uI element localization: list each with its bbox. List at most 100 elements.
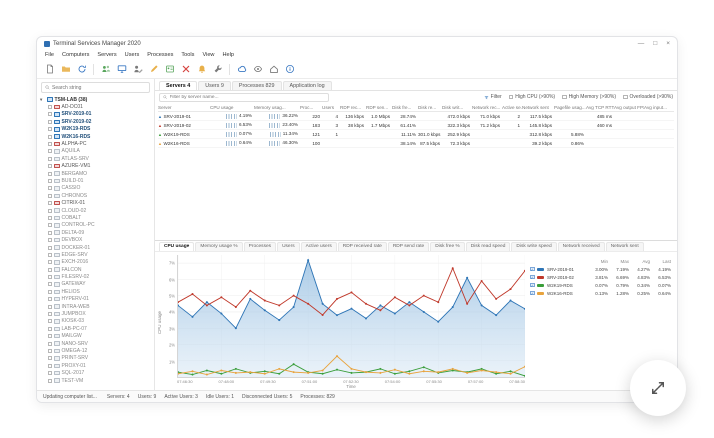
tab-application-log[interactable]: Application log	[282, 80, 332, 90]
tree-item-nano-srv[interactable]: NANO-SRV	[40, 340, 151, 347]
tree-item-ad-dc01[interactable]: AD-DC01	[40, 103, 151, 110]
tree-item-sql-2017[interactable]: SQL-2017	[40, 369, 151, 376]
tab-processes-829[interactable]: Processes 829	[231, 80, 282, 90]
column-header[interactable]: Memory usag...	[254, 105, 300, 110]
caret-down-icon[interactable]: ▾	[40, 97, 45, 103]
chart-tab-rdp-send-rate[interactable]: RDP send rate	[387, 242, 430, 251]
tree-item-checkbox[interactable]	[48, 341, 52, 346]
high-cpu-filter[interactable]: High CPU (>90%)	[508, 94, 555, 100]
tree-item-checkbox[interactable]	[48, 260, 52, 265]
tree-item-checkbox[interactable]	[48, 127, 52, 132]
maximize-button[interactable]: □	[653, 40, 657, 47]
tree-item-srv-2019-01[interactable]: SRV-2019-01	[40, 111, 151, 118]
column-header[interactable]: Users	[322, 105, 340, 110]
column-header[interactable]: Disk fre...	[392, 105, 418, 110]
filter-toggle[interactable]: Filter	[484, 94, 502, 100]
tree-item-intra-web[interactable]: INTRA-WEB	[40, 303, 151, 310]
column-header[interactable]: Avg output FPS	[614, 105, 644, 110]
tree-item-w2k19-rds[interactable]: W2K19-RDS	[40, 126, 151, 133]
server-row-w2k16-rds[interactable]: ▲ W2K16-RDS 0.64% 46.30% 100 38.14% 87.5 kbps 7…	[158, 139, 674, 148]
high-memory-checkbox[interactable]	[562, 94, 567, 100]
chart-tab-cpu-usage[interactable]: CPU usage	[159, 242, 195, 251]
tree-item-edge-srv[interactable]: EDGE-SRV	[40, 251, 151, 258]
tree-item-atlas-srv[interactable]: ATLAS-SRV	[40, 155, 151, 162]
tree-root[interactable]: ▾ TSM-LAB (38)	[40, 96, 151, 103]
tree-item-azure-vm1[interactable]: AZURE-VM1	[40, 163, 151, 170]
chart-tab-active-users[interactable]: Active users	[300, 242, 337, 251]
tree-item-checkbox[interactable]	[48, 326, 52, 331]
tree-item-checkbox[interactable]	[48, 238, 52, 243]
tree-item-filesrv-02[interactable]: FILESRV-02	[40, 273, 151, 280]
chart-tab-processes[interactable]: Processes	[243, 242, 277, 251]
users-icon[interactable]	[99, 63, 112, 76]
tree-item-checkbox[interactable]	[48, 378, 52, 383]
tree-item-hyperv-01[interactable]: HYPERV-01	[40, 296, 151, 303]
wrench-icon[interactable]	[211, 63, 224, 76]
close-button[interactable]: ×	[666, 40, 670, 47]
tab-servers-4[interactable]: Servers 4	[159, 80, 198, 90]
tree-item-omega-12[interactable]: OMEGA-12	[40, 347, 151, 354]
tree-item-checkbox[interactable]	[48, 363, 52, 368]
new-document-icon[interactable]	[43, 63, 56, 76]
tree-item-checkbox[interactable]	[48, 282, 52, 287]
minimize-button[interactable]: —	[638, 40, 645, 47]
tree-item-srv-2019-02[interactable]: SRV-2019-02	[40, 118, 151, 125]
tree-item-checkbox[interactable]	[48, 215, 52, 220]
tree-item-cobalt[interactable]: COBALT	[40, 214, 151, 221]
bell-icon[interactable]	[195, 63, 208, 76]
legend-checkbox[interactable]: ✓	[530, 275, 535, 280]
menu-processes[interactable]: Processes	[147, 52, 173, 58]
tree-item-control-pc[interactable]: CONTROL-PC	[40, 222, 151, 229]
tab-users-9[interactable]: Users 9	[198, 80, 231, 90]
server-row-srv-2019-02[interactable]: ▲ SRV-2019-02 6.53% 23.40% 183 3 38 kbps 1.7 Mb…	[158, 121, 674, 130]
tree-item-w2k16-rds[interactable]: W2K16-RDS	[40, 133, 151, 140]
menu-file[interactable]: File	[45, 52, 54, 58]
menu-computers[interactable]: Computers	[62, 52, 89, 58]
computer-icon[interactable]	[115, 63, 128, 76]
chart-tab-disk-read-speed[interactable]: Disk read speed	[465, 242, 511, 251]
tree-item-jumpbox[interactable]: JUMPBOX	[40, 310, 151, 317]
column-header[interactable]: Network rec...	[472, 105, 502, 110]
chart-tab-rdp-received-rate[interactable]: RDP received rate	[337, 242, 387, 251]
tree-item-checkbox[interactable]	[48, 223, 52, 228]
chart-tab-users[interactable]: Users	[277, 242, 300, 251]
home-icon[interactable]	[267, 63, 280, 76]
high-memory-filter[interactable]: High Memory (>90%)	[562, 94, 616, 100]
tree-item-alpha-pc[interactable]: ALPHA-PC	[40, 140, 151, 147]
column-header[interactable]: Disk re...	[418, 105, 442, 110]
tree-item-checkbox[interactable]	[48, 156, 52, 161]
tree-item-citrix-01[interactable]: CITRIX-01	[40, 199, 151, 206]
tree-item-checkbox[interactable]	[48, 304, 52, 309]
search-input[interactable]	[52, 84, 146, 91]
tree-item-print-srv[interactable]: PRINT-SRV	[40, 355, 151, 362]
column-header[interactable]: Avg TCP RTT	[586, 105, 614, 110]
chart-tab-memory-usage-[interactable]: Memory usage %	[195, 242, 243, 251]
column-header[interactable]: Active se...	[502, 105, 522, 110]
tree-item-checkbox[interactable]	[48, 105, 52, 110]
expand-button[interactable]	[630, 360, 686, 416]
tree-item-checkbox[interactable]	[48, 186, 52, 191]
tree-item-aquila[interactable]: AQUILA	[40, 148, 151, 155]
tree-item-checkbox[interactable]	[48, 312, 52, 317]
tree-item-checkbox[interactable]	[48, 297, 52, 302]
tree-item-helios[interactable]: HELIOS	[40, 288, 151, 295]
column-header[interactable]: CPU usage	[210, 105, 254, 110]
user-edit-icon[interactable]	[131, 63, 144, 76]
tree-item-devbox[interactable]: DEVBOX	[40, 236, 151, 243]
tree-item-docker-01[interactable]: DOCKER-01	[40, 244, 151, 251]
tree-item-gateway[interactable]: GATEWAY	[40, 281, 151, 288]
open-folder-icon[interactable]	[59, 63, 72, 76]
tree-item-checkbox[interactable]	[48, 334, 52, 339]
legend-checkbox[interactable]: ✓	[530, 267, 535, 272]
overloaded-filter[interactable]: Overloaded (>90%)	[623, 94, 673, 100]
column-header[interactable]: RDP rec...	[340, 105, 366, 110]
chart-tab-disk-write-speed[interactable]: Disk write speed	[511, 242, 557, 251]
overloaded-checkbox[interactable]	[623, 94, 628, 100]
server-filter-input[interactable]	[169, 94, 325, 100]
tree-item-checkbox[interactable]	[48, 319, 52, 324]
tree-item-chronos[interactable]: CHRONOS	[40, 192, 151, 199]
tree-item-checkbox[interactable]	[48, 252, 52, 257]
legend-checkbox[interactable]: ✓	[530, 291, 535, 296]
tree-item-build-01[interactable]: BUILD-01	[40, 177, 151, 184]
tree-item-cloud-02[interactable]: CLOUD-02	[40, 207, 151, 214]
